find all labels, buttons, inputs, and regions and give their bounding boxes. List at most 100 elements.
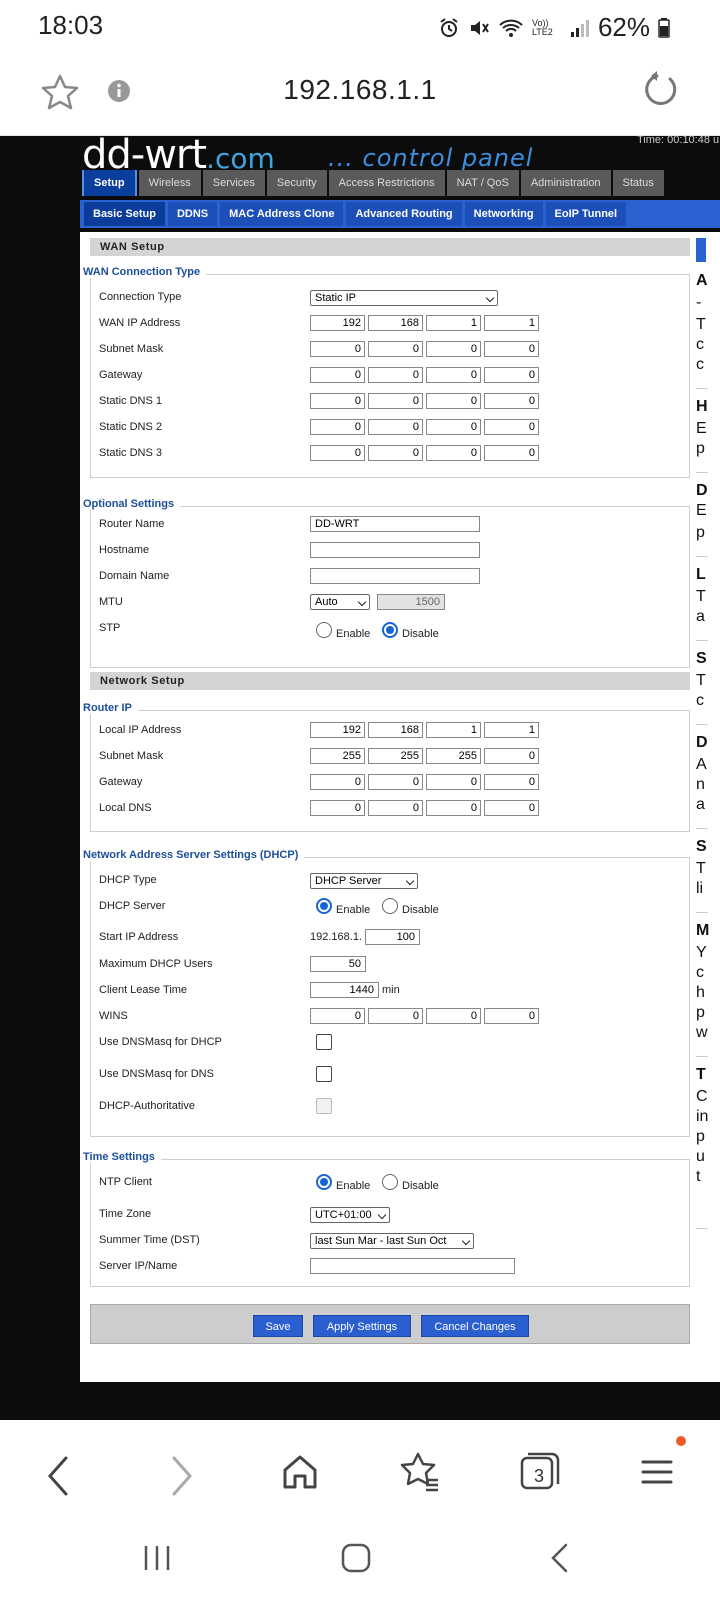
mute-icon [470, 20, 489, 35]
connection-type-select[interactable]: Static IP [310, 290, 498, 306]
tab-setup[interactable]: Setup [82, 170, 137, 196]
router-octet[interactable]: 192 [310, 722, 365, 738]
subtab-ddns[interactable]: DDNS [167, 202, 218, 226]
save-button[interactable]: Save [253, 1315, 303, 1337]
router-octet[interactable]: 255 [310, 748, 365, 764]
router-octet[interactable]: 1 [426, 722, 481, 738]
tab-wireless[interactable]: Wireless [138, 170, 201, 196]
wan-octet[interactable]: 0 [426, 393, 481, 409]
subtab-eoip-tunnel[interactable]: EoIP Tunnel [545, 202, 627, 226]
wan-octet[interactable]: 0 [310, 341, 365, 357]
tab-administration[interactable]: Administration [520, 170, 611, 196]
router-octet[interactable]: 1 [484, 722, 539, 738]
router-octet[interactable]: 255 [368, 748, 423, 764]
wan-octet[interactable]: 1 [426, 315, 481, 331]
back-icon[interactable] [44, 1454, 72, 1498]
dnsmasq-dhcp-checkbox[interactable] [316, 1034, 332, 1050]
wins-octet-2[interactable]: 0 [368, 1008, 423, 1024]
help-text-fragment: - [696, 294, 702, 311]
wan-octet[interactable]: 0 [310, 419, 365, 435]
max-dhcp-users-input[interactable]: 50 [310, 956, 366, 972]
wan-octet[interactable]: 192 [310, 315, 365, 331]
subtab-networking[interactable]: Networking [464, 202, 543, 226]
wan-octet[interactable]: 0 [368, 419, 423, 435]
subtab-advanced-routing[interactable]: Advanced Routing [346, 202, 462, 226]
router-octet[interactable]: 0 [484, 748, 539, 764]
tab-status[interactable]: Status [612, 170, 664, 196]
router-octet[interactable]: 0 [368, 774, 423, 790]
router-label-2: Subnet Mask [99, 750, 164, 762]
router-octet[interactable]: 0 [426, 800, 481, 816]
cancel-changes-button[interactable]: Cancel Changes [421, 1315, 529, 1337]
wan-octet[interactable]: 0 [310, 393, 365, 409]
help-text-fragment: p [696, 1004, 705, 1021]
wan-octet[interactable]: 0 [484, 393, 539, 409]
tab-access-restrictions[interactable]: Access Restrictions [328, 170, 445, 196]
domain-name-input[interactable] [310, 568, 480, 584]
router-octet[interactable]: 168 [368, 722, 423, 738]
mtu-mode-select[interactable]: Auto [310, 594, 370, 610]
wins-octet-1[interactable]: 0 [310, 1008, 365, 1024]
wan-octet[interactable]: 0 [426, 445, 481, 461]
start-ip-input[interactable]: 100 [365, 929, 420, 945]
url-text[interactable]: 192.168.1.1 [0, 74, 720, 106]
router-octet[interactable]: 255 [426, 748, 481, 764]
router-octet[interactable]: 0 [310, 774, 365, 790]
wan-octet[interactable]: 0 [310, 367, 365, 383]
recent-apps-icon[interactable] [140, 1542, 174, 1574]
dst-select[interactable]: last Sun Mar - last Sun Oct [310, 1233, 474, 1249]
lease-time-input[interactable]: 1440 [310, 982, 379, 998]
wan-octet[interactable]: 1 [484, 315, 539, 331]
subtab-basic-setup[interactable]: Basic Setup [84, 202, 165, 226]
connection-type-value: Static IP [315, 292, 356, 304]
help-text-fragment: c [696, 964, 704, 981]
router-octet[interactable]: 0 [484, 774, 539, 790]
time-zone-select[interactable]: UTC+01:00 [310, 1207, 390, 1223]
ntp-client-label: NTP Client [99, 1176, 152, 1188]
bookmarks-icon[interactable] [398, 1450, 442, 1494]
ntp-disable-radio[interactable] [382, 1174, 398, 1190]
wan-octet[interactable]: 168 [368, 315, 423, 331]
wan-octet[interactable]: 0 [426, 367, 481, 383]
wan-octet[interactable]: 0 [484, 341, 539, 357]
reload-icon[interactable] [640, 70, 680, 110]
tab-nat-qos[interactable]: NAT / QoS [446, 170, 519, 196]
help-divider [696, 388, 708, 389]
wan-octet[interactable]: 0 [310, 445, 365, 461]
wan-octet[interactable]: 0 [368, 367, 423, 383]
ntp-server-input[interactable] [310, 1258, 515, 1274]
router-octet[interactable]: 0 [368, 800, 423, 816]
router-octet[interactable]: 0 [310, 800, 365, 816]
dhcp-server-disable-radio[interactable] [382, 898, 398, 914]
wan-octet[interactable]: 0 [484, 367, 539, 383]
ntp-enable-radio[interactable] [316, 1174, 332, 1190]
stp-enable-radio[interactable] [316, 622, 332, 638]
hostname-input[interactable] [310, 542, 480, 558]
tab-security[interactable]: Security [266, 170, 327, 196]
system-back-icon[interactable] [548, 1542, 570, 1574]
router-name-input[interactable]: DD-WRT [310, 516, 480, 532]
stp-disable-radio[interactable] [382, 622, 398, 638]
wins-octet-4[interactable]: 0 [484, 1008, 539, 1024]
wan-octet[interactable]: 0 [426, 341, 481, 357]
home-button-icon[interactable] [340, 1542, 372, 1574]
router-octet[interactable]: 0 [426, 774, 481, 790]
tab-services[interactable]: Services [202, 170, 265, 196]
dnsmasq-dns-checkbox[interactable] [316, 1066, 332, 1082]
dhcp-server-enable-radio[interactable] [316, 898, 332, 914]
dhcp-type-select[interactable]: DHCP Server [310, 873, 418, 889]
wan-octet[interactable]: 0 [368, 341, 423, 357]
apply-settings-button[interactable]: Apply Settings [313, 1315, 411, 1337]
chevron-down-icon [485, 293, 495, 303]
home-icon[interactable] [280, 1452, 320, 1492]
forward-icon[interactable] [168, 1454, 196, 1498]
wan-octet[interactable]: 0 [368, 393, 423, 409]
menu-icon[interactable] [640, 1454, 674, 1490]
wan-octet[interactable]: 0 [484, 419, 539, 435]
wins-octet-3[interactable]: 0 [426, 1008, 481, 1024]
subtab-mac-clone[interactable]: MAC Address Clone [220, 202, 344, 226]
wan-octet[interactable]: 0 [484, 445, 539, 461]
wan-octet[interactable]: 0 [426, 419, 481, 435]
router-octet[interactable]: 0 [484, 800, 539, 816]
wan-octet[interactable]: 0 [368, 445, 423, 461]
